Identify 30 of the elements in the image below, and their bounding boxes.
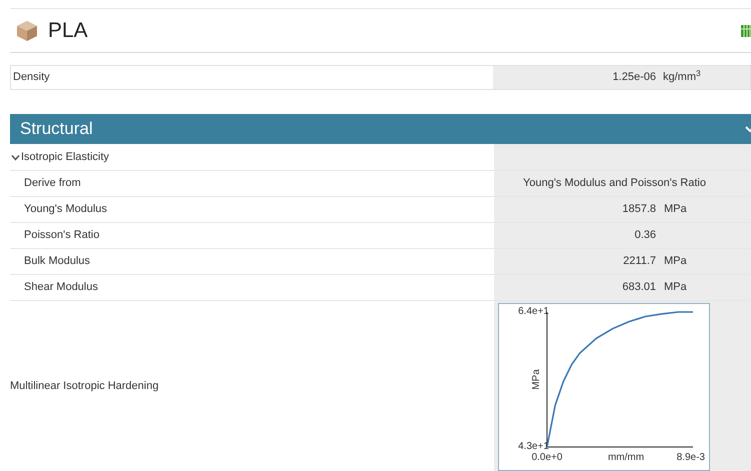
axis-label: mm/mm [608,452,644,463]
tick-label: 8.9e-3 [676,452,705,463]
property-label: Bulk Modulus [24,254,90,270]
axis-label: MPa [531,369,542,390]
value-text: 0.36 [634,228,656,244]
line-chart[interactable]: 6.4e+1 MPa 4.3e+1 0.0e+0 mm/mm 8.9e-3 [498,303,710,471]
value-text: 1857.8 [621,202,656,218]
tick-label: 0.0e+0 [532,452,562,463]
cube-icon [16,20,38,42]
unit-text: MPa [664,280,687,296]
unit-text: MPa [664,202,687,218]
property-label: Derive from [24,176,81,192]
property-label: Shear Modulus [24,280,98,296]
group-label[interactable]: Isotropic Elasticity [21,148,110,166]
section-header[interactable]: Structural [10,114,751,144]
value-text: 2211.7 [622,254,656,270]
unit-text: kg/mm$^{3}$ [663,69,701,86]
property-label: Density [12,70,51,86]
property-label: Multilinear Isotropic Hardening [10,378,159,394]
tick-label: 6.4e+1 [518,306,549,317]
material-title: PLA [48,18,88,44]
unit-text: MPa [664,254,687,270]
tick-label: 4.3e+1 [518,441,549,452]
chevron-icon[interactable] [11,154,20,160]
grid-icon[interactable] [741,24,751,36]
value-text: Young's Modulus and Poisson's Ratio [522,176,707,192]
property-label: Poisson's Ratio [24,228,100,244]
value-text: 1.25e-06 [612,70,656,86]
property-label: Young's Modulus [24,202,108,218]
value-text: 683.01 [621,280,656,296]
